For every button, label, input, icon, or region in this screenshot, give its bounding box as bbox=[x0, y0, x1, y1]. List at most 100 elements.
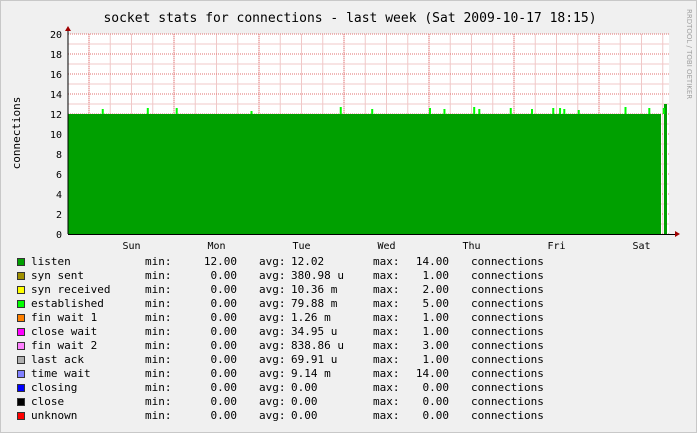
legend-avg-label: avg: bbox=[259, 283, 286, 296]
legend-max-value: 1.00 bbox=[422, 269, 450, 282]
legend-min-label: min: bbox=[145, 409, 172, 422]
legend-max-label: max: bbox=[373, 353, 400, 366]
spike-established bbox=[577, 110, 580, 114]
legend-max-label: max: bbox=[373, 283, 400, 296]
legend-series-name: established bbox=[31, 297, 104, 310]
legend-min-value: 0.00 bbox=[210, 325, 238, 338]
legend-max-label: max: bbox=[373, 325, 400, 338]
legend-avg-label: avg: bbox=[259, 325, 286, 338]
x-tick-label: Fri bbox=[547, 241, 565, 252]
legend-unit: connections bbox=[471, 283, 544, 296]
legend-min-value: 0.00 bbox=[210, 339, 238, 352]
legend-max-value: 1.00 bbox=[422, 311, 450, 324]
legend-avg-value: 0.00 bbox=[291, 381, 318, 394]
legend-series-name: close wait bbox=[31, 325, 98, 338]
spike-established bbox=[250, 111, 253, 114]
y-tick-label: 20 bbox=[50, 30, 62, 41]
y-tick-label: 14 bbox=[50, 90, 62, 101]
listen-area bbox=[68, 114, 661, 234]
legend-max-label: max: bbox=[373, 339, 400, 352]
spike-established bbox=[648, 108, 651, 114]
legend-avg-value: 9.14 m bbox=[291, 367, 331, 380]
legend-avg-label: avg: bbox=[259, 353, 286, 366]
legend-max-value: 0.00 bbox=[422, 381, 450, 394]
legend-max-label: max: bbox=[373, 311, 400, 324]
legend-max-value: 14.00 bbox=[415, 367, 449, 380]
legend-swatch bbox=[17, 412, 25, 420]
legend-swatch bbox=[17, 314, 25, 322]
legend-swatch bbox=[17, 272, 25, 280]
y-tick-label: 4 bbox=[56, 190, 62, 201]
legend-series-name: time wait bbox=[31, 367, 91, 380]
legend-avg-label: avg: bbox=[259, 255, 286, 268]
legend-avg-value: 838.86 u bbox=[291, 339, 344, 352]
series-area bbox=[68, 104, 667, 234]
spike-established bbox=[509, 108, 512, 114]
legend-max-value: 1.00 bbox=[422, 325, 450, 338]
legend-min-label: min: bbox=[145, 283, 172, 296]
legend-swatch bbox=[17, 384, 25, 392]
x-axis-arrow bbox=[675, 231, 680, 237]
spike-established bbox=[531, 109, 533, 114]
legend-max-value: 2.00 bbox=[422, 283, 450, 296]
y-tick-label: 10 bbox=[50, 130, 62, 141]
legend-avg-label: avg: bbox=[259, 395, 286, 408]
y-axis-arrow bbox=[65, 26, 71, 31]
spike-established bbox=[473, 107, 476, 114]
x-tick-label: Tue bbox=[292, 241, 310, 252]
legend-min-value: 0.00 bbox=[210, 409, 238, 422]
y-tick-label: 6 bbox=[56, 170, 62, 181]
spike-established bbox=[552, 108, 555, 114]
legend-series-name: closing bbox=[31, 381, 78, 394]
x-tick-label: Mon bbox=[207, 241, 225, 252]
legend-min-label: min: bbox=[145, 311, 172, 324]
legend-swatch bbox=[17, 370, 25, 378]
spike-established bbox=[662, 108, 665, 114]
spike-established bbox=[429, 108, 431, 114]
legend-max-label: max: bbox=[373, 381, 400, 394]
legend-min-value: 0.00 bbox=[210, 353, 238, 366]
legend-max-value: 1.00 bbox=[422, 353, 450, 366]
legend-max-label: max: bbox=[373, 297, 400, 310]
legend-min-label: min: bbox=[145, 395, 172, 408]
legend-min-value: 0.00 bbox=[210, 269, 238, 282]
x-tick-label: Sun bbox=[122, 241, 140, 252]
legend-series-name: listen bbox=[31, 255, 71, 268]
legend-avg-value: 0.00 bbox=[291, 409, 318, 422]
legend-avg-value: 34.95 u bbox=[291, 325, 338, 338]
legend-max-value: 0.00 bbox=[422, 395, 450, 408]
legend-swatch bbox=[17, 300, 25, 308]
x-tick-label: Wed bbox=[377, 241, 395, 252]
legend-swatch bbox=[17, 342, 25, 350]
legend-series-name: syn received bbox=[31, 283, 111, 296]
legend-max-value: 3.00 bbox=[422, 339, 450, 352]
legend-unit: connections bbox=[471, 255, 544, 268]
legend-series-name: unknown bbox=[31, 409, 78, 422]
legend-max-label: max: bbox=[373, 395, 400, 408]
legend-min-value: 0.00 bbox=[210, 297, 238, 310]
legend-min-label: min: bbox=[145, 325, 172, 338]
legend-unit: connections bbox=[471, 311, 544, 324]
spike-established bbox=[175, 108, 178, 114]
legend-min-value: 0.00 bbox=[210, 381, 238, 394]
legend-min-value: 0.00 bbox=[210, 367, 238, 380]
legend-max-value: 14.00 bbox=[415, 255, 449, 268]
legend-unit: connections bbox=[471, 297, 544, 310]
y-tick-labels: 0 2 4 6 8 10 12 14 16 18 20 bbox=[50, 30, 62, 241]
y-tick-label: 8 bbox=[56, 150, 62, 161]
spike-established bbox=[146, 108, 149, 114]
legend-avg-label: avg: bbox=[259, 409, 286, 422]
legend-swatch bbox=[17, 398, 25, 406]
y-tick-label: 18 bbox=[50, 50, 62, 61]
spike-established bbox=[371, 109, 374, 114]
legend-min-label: min: bbox=[145, 269, 172, 282]
legend-avg-label: avg: bbox=[259, 269, 286, 282]
legend-series-name: fin wait 1 bbox=[31, 311, 98, 324]
y-tick-label: 0 bbox=[56, 230, 62, 241]
legend-avg-value: 10.36 m bbox=[291, 283, 338, 296]
legend-avg-value: 79.88 m bbox=[291, 297, 338, 310]
spike-established bbox=[563, 109, 566, 114]
legend-max-label: max: bbox=[373, 409, 400, 422]
legend-unit: connections bbox=[471, 269, 544, 282]
legend-unit: connections bbox=[471, 381, 544, 394]
